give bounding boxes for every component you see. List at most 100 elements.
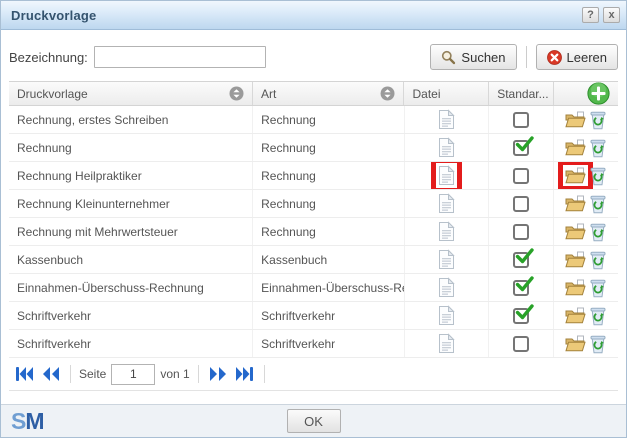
open-folder-icon[interactable] [565,279,586,296]
row-art: Einnahmen-Überschuss-Rec... [253,274,404,301]
document-icon[interactable] [438,277,455,298]
pagination-bar: Seite von 1 [9,358,618,390]
row-druckvorlage: Einnahmen-Überschuss-Rechnung [9,274,253,301]
row-druckvorlage: Rechnung mit Mehrwertsteuer [9,218,253,245]
open-folder-icon[interactable] [565,251,586,268]
standard-checkbox[interactable] [513,308,529,324]
standard-checkbox[interactable] [513,168,529,184]
next-page-icon[interactable] [207,363,229,385]
pager-separator [264,365,265,383]
document-icon[interactable] [438,305,455,326]
magnifier-icon [441,50,456,65]
recycle-bin-icon[interactable] [589,250,607,270]
table-row[interactable]: Rechnung, erstes Schreiben Rechnung [9,106,618,134]
pager-separator [70,365,71,383]
standard-checkbox[interactable] [513,336,529,352]
leeren-button[interactable]: Leeren [536,44,618,70]
column-header-actions [554,82,618,105]
suchen-button[interactable]: Suchen [430,44,516,70]
pager-separator [198,365,199,383]
ok-button[interactable]: OK [287,409,341,433]
standard-checkbox[interactable] [513,280,529,296]
open-folder-icon[interactable] [565,335,586,352]
table-row[interactable]: Rechnung Heilpraktiker Rechnung [9,162,618,190]
leeren-label: Leeren [567,50,607,65]
first-page-icon[interactable] [13,363,35,385]
row-art: Rechnung [253,134,404,161]
row-art: Rechnung [253,218,404,245]
recycle-bin-icon[interactable] [589,166,607,186]
row-druckvorlage: Schriftverkehr [9,302,253,329]
row-druckvorlage: Rechnung Kleinunternehmer [9,190,253,217]
document-icon[interactable] [438,109,455,130]
bezeichnung-label: Bezeichnung: [9,50,88,65]
open-folder-icon[interactable] [565,167,586,184]
recycle-bin-icon[interactable] [589,194,607,214]
open-folder-icon[interactable] [565,111,586,128]
table-row[interactable]: Einnahmen-Überschuss-Rechnung Einnahmen-… [9,274,618,302]
row-druckvorlage: Kassenbuch [9,246,253,273]
open-folder-icon[interactable] [565,195,586,212]
standard-checkbox[interactable] [513,112,529,128]
recycle-bin-icon[interactable] [589,306,607,326]
dialog-footer: SM OK [1,404,626,437]
row-druckvorlage: Schriftverkehr [9,330,253,357]
search-row: Bezeichnung: Suchen [9,44,618,70]
standard-checkbox[interactable] [513,252,529,268]
red-cross-icon [547,50,562,65]
dialog-title: Druckvorlage [11,8,97,23]
page-number-input[interactable] [111,364,155,385]
column-header-datei[interactable]: Datei [404,82,489,105]
document-icon[interactable] [438,137,455,158]
standard-checkbox[interactable] [513,140,529,156]
open-folder-icon[interactable] [565,139,586,156]
column-header-druckvorlage[interactable]: Druckvorlage [9,82,253,105]
row-art: Rechnung [253,106,404,133]
von-label: von 1 [160,367,189,381]
help-icon[interactable]: ? [582,7,599,23]
document-icon[interactable] [438,333,455,354]
table-row[interactable]: Schriftverkehr Schriftverkehr [9,330,618,358]
bezeichnung-input[interactable] [94,46,266,68]
row-art: Rechnung [253,162,404,189]
table-row[interactable]: Rechnung Rechnung [9,134,618,162]
close-icon[interactable]: x [603,7,620,23]
row-druckvorlage: Rechnung [9,134,253,161]
recycle-bin-icon[interactable] [589,110,607,130]
druckvorlage-table: Druckvorlage Art Datei Standar... [9,81,618,391]
document-icon[interactable] [438,165,455,186]
open-folder-icon[interactable] [565,223,586,240]
sort-both-icon[interactable] [229,86,244,101]
table-row[interactable]: Schriftverkehr Schriftverkehr [9,302,618,330]
row-art: Schriftverkehr [253,302,404,329]
column-header-art[interactable]: Art [253,82,404,105]
suchen-label: Suchen [461,50,505,65]
standard-checkbox[interactable] [513,224,529,240]
row-art: Schriftverkehr [253,330,404,357]
open-folder-icon[interactable] [565,307,586,324]
table-row[interactable]: Rechnung Kleinunternehmer Rechnung [9,190,618,218]
document-icon[interactable] [438,221,455,242]
row-art: Rechnung [253,190,404,217]
column-header-standard[interactable]: Standar... [489,82,554,105]
row-druckvorlage: Rechnung Heilpraktiker [9,162,253,189]
druckvorlage-dialog: Druckvorlage ? x Bezeichnung: Suchen [0,0,627,438]
button-separator [526,46,527,68]
recycle-bin-icon[interactable] [589,278,607,298]
sort-both-icon[interactable] [380,86,395,101]
table-row[interactable]: Kassenbuch Kassenbuch [9,246,618,274]
seite-label: Seite [79,367,106,381]
table-body: Rechnung, erstes Schreiben Rechnung Rech… [9,106,618,358]
add-plus-icon[interactable] [587,82,610,105]
recycle-bin-icon[interactable] [589,222,607,242]
table-row[interactable]: Rechnung mit Mehrwertsteuer Rechnung [9,218,618,246]
row-druckvorlage: Rechnung, erstes Schreiben [9,106,253,133]
recycle-bin-icon[interactable] [589,334,607,354]
last-page-icon[interactable] [234,363,256,385]
previous-page-icon[interactable] [40,363,62,385]
document-icon[interactable] [438,249,455,270]
recycle-bin-icon[interactable] [589,138,607,158]
standard-checkbox[interactable] [513,196,529,212]
dialog-titlebar[interactable]: Druckvorlage ? x [1,1,626,30]
document-icon[interactable] [438,193,455,214]
